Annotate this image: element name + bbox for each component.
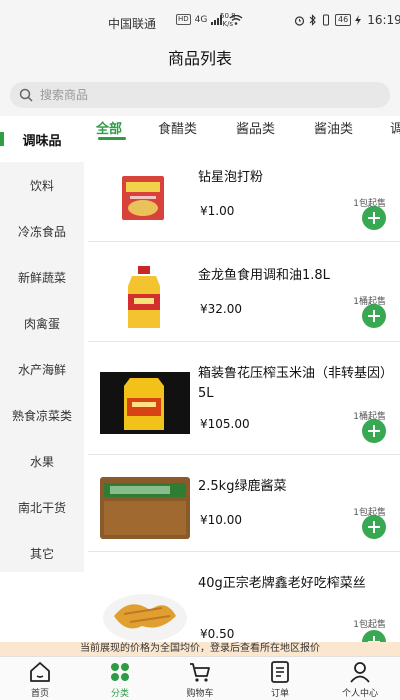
sidebar-item-fruit[interactable]: 水果 [0, 438, 84, 484]
sidebar-item-fresh-vegetables[interactable]: 新鲜蔬菜 [0, 254, 84, 300]
product-price: ¥0.50 [200, 627, 235, 641]
product-name: 金龙鱼食用调和油1.8L [198, 268, 330, 283]
tab-soy-sauce[interactable]: 酱油类 [314, 118, 353, 137]
status-right: 46 16:19 [294, 13, 400, 27]
search-box[interactable] [10, 82, 390, 108]
battery-level: 46 [335, 14, 352, 26]
product-item[interactable]: 2.5kg绿鹿酱菜 ¥10.00 1包起售 [84, 455, 400, 552]
product-min-qty: 1包起售 [353, 620, 386, 630]
search-icon [19, 88, 33, 102]
tab-all[interactable]: 全部 [96, 118, 122, 137]
search-input[interactable] [40, 82, 370, 108]
product-price: ¥10.00 [200, 513, 242, 527]
product-item[interactable]: 箱装鲁花压榨玉米油（非转基因）5L ¥105.00 1桶起售 [84, 342, 400, 455]
alarm-icon [294, 15, 305, 26]
header: 商品列表 [0, 42, 400, 76]
search-bar [0, 76, 400, 116]
add-to-cart-button[interactable] [362, 515, 386, 539]
product-name: 2.5kg绿鹿酱菜 [198, 479, 287, 494]
net-speed-unit: K/s [222, 20, 234, 28]
order-icon [271, 661, 289, 683]
product-list: 钻星泡打粉 ¥1.00 1包起售 金龙鱼食用调和油1.8L ¥32.00 1桶起… [84, 142, 400, 656]
add-to-cart-button[interactable] [362, 304, 386, 328]
product-name: 钻星泡打粉 [198, 170, 264, 185]
sidebar-item-others[interactable]: 其它 [0, 530, 84, 576]
page-title: 商品列表 [167, 49, 232, 68]
tab-sauce[interactable]: 酱品类 [236, 118, 275, 137]
product-item[interactable]: 钻星泡打粉 ¥1.00 1包起售 [84, 142, 400, 242]
category-sidebar: 调味品 饮料 冷冻食品 新鲜蔬菜 肉禽蛋 水产海鲜 熟食凉菜类 水果 南北干货 … [0, 116, 84, 572]
product-item[interactable]: 40g正宗老牌鑫老好吃榨菜丝 ¥0.50 1包起售 [84, 552, 400, 656]
nav-home[interactable]: 首页 [0, 657, 80, 700]
network-type: 4G [194, 14, 208, 25]
nav-orders[interactable]: 订单 [240, 657, 320, 700]
sidebar-item-meat-poultry-eggs[interactable]: 肉禽蛋 [0, 300, 84, 346]
nav-label: 首页 [30, 689, 49, 699]
cart-icon [190, 663, 210, 682]
sidebar-item-seafood[interactable]: 水产海鲜 [0, 346, 84, 392]
sidebar-item-deli[interactable]: 熟食凉菜类 [0, 392, 84, 438]
net-speed: 50.8 K/s [220, 12, 236, 28]
bluetooth-icon [309, 14, 316, 26]
product-image-zhacai [103, 594, 187, 642]
product-image-baking-powder [122, 176, 164, 220]
sidebar-item-frozen-food[interactable]: 冷冻食品 [0, 208, 84, 254]
carrier-name: 中国联通 [108, 17, 157, 31]
add-to-cart-button[interactable] [362, 206, 386, 230]
product-image-cooking-oil [128, 266, 160, 328]
charging-icon [355, 15, 362, 25]
vibrate-icon [323, 14, 329, 26]
category-icon [111, 663, 129, 681]
sidebar-item-drinks[interactable]: 饮料 [0, 162, 84, 208]
tab-more[interactable]: 调 [390, 118, 400, 137]
product-price: ¥105.00 [200, 417, 250, 431]
product-item[interactable]: 金龙鱼食用调和油1.8L ¥32.00 1桶起售 [84, 242, 400, 342]
product-image-corn-oil [100, 372, 190, 434]
product-price: ¥1.00 [200, 204, 235, 218]
nav-label: 购物车 [186, 689, 214, 699]
bottom-nav: 首页 分类 购物车 订单 个人中心 [0, 656, 400, 700]
sidebar-item-dry-goods[interactable]: 南北干货 [0, 484, 84, 530]
add-to-cart-button[interactable] [362, 419, 386, 443]
user-icon [350, 662, 370, 683]
nav-profile[interactable]: 个人中心 [320, 657, 400, 700]
status-bar: 中国联通 HD 4G 50.8 K/s 46 16:19 [0, 0, 400, 42]
active-tab-indicator [98, 137, 126, 140]
nav-category[interactable]: 分类 [80, 657, 160, 700]
subcategory-tabs: 全部 食醋类 酱品类 酱油类 调 [84, 116, 400, 142]
tab-vinegar[interactable]: 食醋类 [158, 118, 197, 137]
nav-label: 个人中心 [341, 689, 378, 699]
product-image-pickled-vegetables [100, 477, 190, 539]
nav-label: 分类 [110, 689, 129, 699]
clock: 16:19 [367, 13, 400, 27]
nav-label: 订单 [270, 689, 289, 699]
net-speed-value: 50.8 [220, 12, 236, 20]
nav-cart[interactable]: 购物车 [160, 657, 240, 700]
product-name: 箱装鲁花压榨玉米油（非转基因）5L [198, 366, 394, 401]
product-price: ¥32.00 [200, 302, 242, 316]
price-notice: 当前展现的价格为全国均价，登录后查看所在地区报价 [0, 642, 400, 656]
home-icon [30, 662, 50, 682]
sidebar-item-seasoning[interactable]: 调味品 [0, 116, 84, 162]
hd-badge: HD [176, 14, 191, 25]
product-name: 40g正宗老牌鑫老好吃榨菜丝 [198, 576, 366, 591]
